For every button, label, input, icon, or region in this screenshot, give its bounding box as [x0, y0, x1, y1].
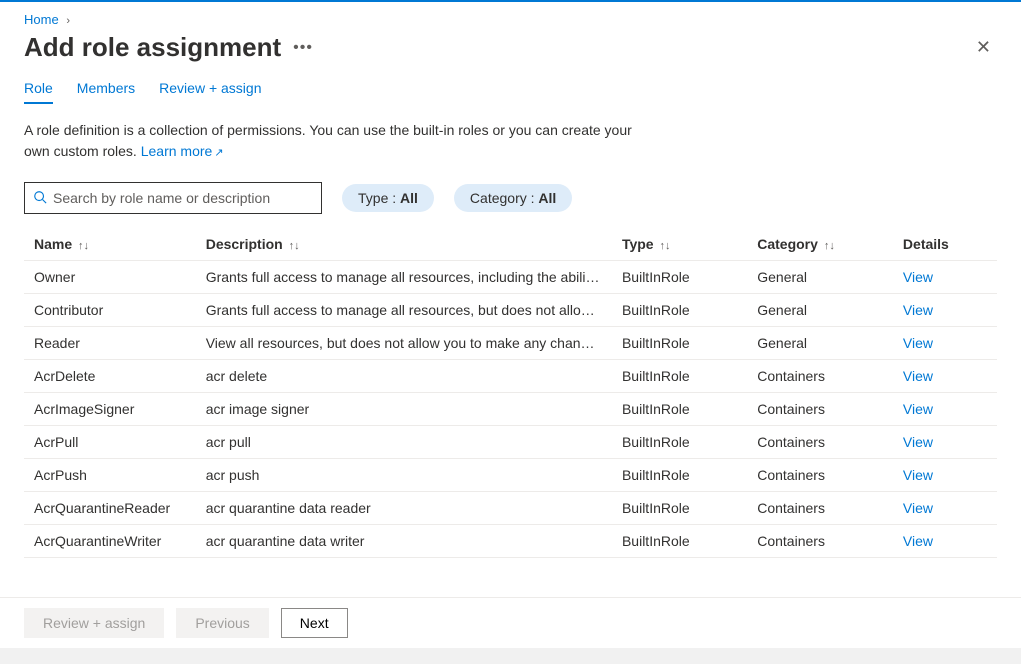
cell-description: acr quarantine data reader [196, 492, 612, 525]
cell-details: View [893, 393, 997, 426]
col-type[interactable]: Type ↑↓ [612, 228, 747, 261]
sort-icon[interactable]: ↑↓ [289, 240, 300, 252]
view-link[interactable]: View [903, 434, 933, 450]
cell-description: acr image signer [196, 393, 612, 426]
col-name[interactable]: Name ↑↓ [24, 228, 196, 261]
view-link[interactable]: View [903, 368, 933, 384]
sort-icon[interactable]: ↑↓ [659, 240, 670, 252]
table-row[interactable]: OwnerGrants full access to manage all re… [24, 261, 997, 294]
close-icon[interactable]: ✕ [970, 31, 997, 64]
view-link[interactable]: View [903, 269, 933, 285]
external-link-icon: ↗ [214, 147, 223, 159]
cell-name: AcrDelete [24, 360, 196, 393]
cell-type: BuiltInRole [612, 459, 747, 492]
cell-description: Grants full access to manage all resourc… [196, 261, 612, 294]
breadcrumb-home[interactable]: Home [24, 12, 59, 27]
horizontal-scrollbar[interactable] [0, 648, 1021, 664]
cell-type: BuiltInRole [612, 294, 747, 327]
filter-category[interactable]: Category : All [454, 184, 572, 212]
cell-category: Containers [747, 393, 893, 426]
learn-more-link[interactable]: Learn more↗ [141, 143, 224, 159]
cell-details: View [893, 327, 997, 360]
cell-type: BuiltInRole [612, 360, 747, 393]
cell-category: Containers [747, 426, 893, 459]
cell-name: AcrPull [24, 426, 196, 459]
cell-type: BuiltInRole [612, 492, 747, 525]
cell-details: View [893, 459, 997, 492]
col-description[interactable]: Description ↑↓ [196, 228, 612, 261]
filter-type[interactable]: Type : All [342, 184, 434, 212]
view-link[interactable]: View [903, 335, 933, 351]
sort-icon[interactable]: ↑↓ [824, 240, 835, 252]
search-input[interactable] [53, 190, 313, 206]
review-assign-button: Review + assign [24, 608, 164, 638]
tab-role[interactable]: Role [24, 80, 53, 104]
cell-details: View [893, 360, 997, 393]
table-header-row: Name ↑↓ Description ↑↓ Type ↑↓ Category … [24, 228, 997, 261]
tab-members[interactable]: Members [77, 80, 135, 104]
cell-category: Containers [747, 525, 893, 558]
table-row[interactable]: AcrQuarantineWriteracr quarantine data w… [24, 525, 997, 558]
cell-details: View [893, 525, 997, 558]
view-link[interactable]: View [903, 401, 933, 417]
cell-name: AcrImageSigner [24, 393, 196, 426]
cell-details: View [893, 426, 997, 459]
table-row[interactable]: AcrPushacr pushBuiltInRoleContainers View [24, 459, 997, 492]
cell-category: General [747, 261, 893, 294]
cell-details: View [893, 492, 997, 525]
table-row[interactable]: AcrImageSigneracr image signerBuiltInRol… [24, 393, 997, 426]
cell-type: BuiltInRole [612, 426, 747, 459]
cell-name: Contributor [24, 294, 196, 327]
cell-type: BuiltInRole [612, 261, 747, 294]
view-link[interactable]: View [903, 533, 933, 549]
cell-details: View [893, 261, 997, 294]
previous-button: Previous [176, 608, 268, 638]
cell-category: Containers [747, 360, 893, 393]
cell-description: Grants full access to manage all resourc… [196, 294, 612, 327]
cell-category: General [747, 327, 893, 360]
description-text: A role definition is a collection of per… [24, 120, 644, 162]
cell-type: BuiltInRole [612, 525, 747, 558]
next-button[interactable]: Next [281, 608, 348, 638]
cell-description: acr pull [196, 426, 612, 459]
cell-description: acr push [196, 459, 612, 492]
cell-description: acr delete [196, 360, 612, 393]
table-row[interactable]: ReaderView all resources, but does not a… [24, 327, 997, 360]
breadcrumb: Home › [0, 2, 1021, 31]
cell-description: acr quarantine data writer [196, 525, 612, 558]
page-title: Add role assignment [24, 32, 281, 63]
table-row[interactable]: AcrQuarantineReaderacr quarantine data r… [24, 492, 997, 525]
cell-type: BuiltInRole [612, 327, 747, 360]
more-actions-icon[interactable]: ••• [293, 39, 313, 57]
cell-category: Containers [747, 459, 893, 492]
cell-category: Containers [747, 492, 893, 525]
cell-name: Owner [24, 261, 196, 294]
roles-table: Name ↑↓ Description ↑↓ Type ↑↓ Category … [24, 228, 997, 558]
cell-name: AcrQuarantineWriter [24, 525, 196, 558]
breadcrumb-separator-icon: › [66, 15, 70, 27]
col-details: Details [893, 228, 997, 261]
cell-category: General [747, 294, 893, 327]
cell-details: View [893, 294, 997, 327]
view-link[interactable]: View [903, 500, 933, 516]
view-link[interactable]: View [903, 302, 933, 318]
view-link[interactable]: View [903, 467, 933, 483]
table-row[interactable]: AcrPullacr pullBuiltInRoleContainers View [24, 426, 997, 459]
table-row[interactable]: AcrDeleteacr deleteBuiltInRoleContainers… [24, 360, 997, 393]
cell-name: AcrQuarantineReader [24, 492, 196, 525]
cell-name: AcrPush [24, 459, 196, 492]
col-category[interactable]: Category ↑↓ [747, 228, 893, 261]
cell-name: Reader [24, 327, 196, 360]
footer: Review + assign Previous Next [0, 597, 1021, 648]
tab-review-assign[interactable]: Review + assign [159, 80, 261, 104]
cell-description: View all resources, but does not allow y… [196, 327, 612, 360]
sort-icon[interactable]: ↑↓ [78, 240, 89, 252]
tabs: Role Members Review + assign [24, 80, 997, 104]
search-input-wrapper[interactable] [24, 182, 322, 214]
cell-type: BuiltInRole [612, 393, 747, 426]
search-icon [33, 190, 47, 207]
table-row[interactable]: ContributorGrants full access to manage … [24, 294, 997, 327]
